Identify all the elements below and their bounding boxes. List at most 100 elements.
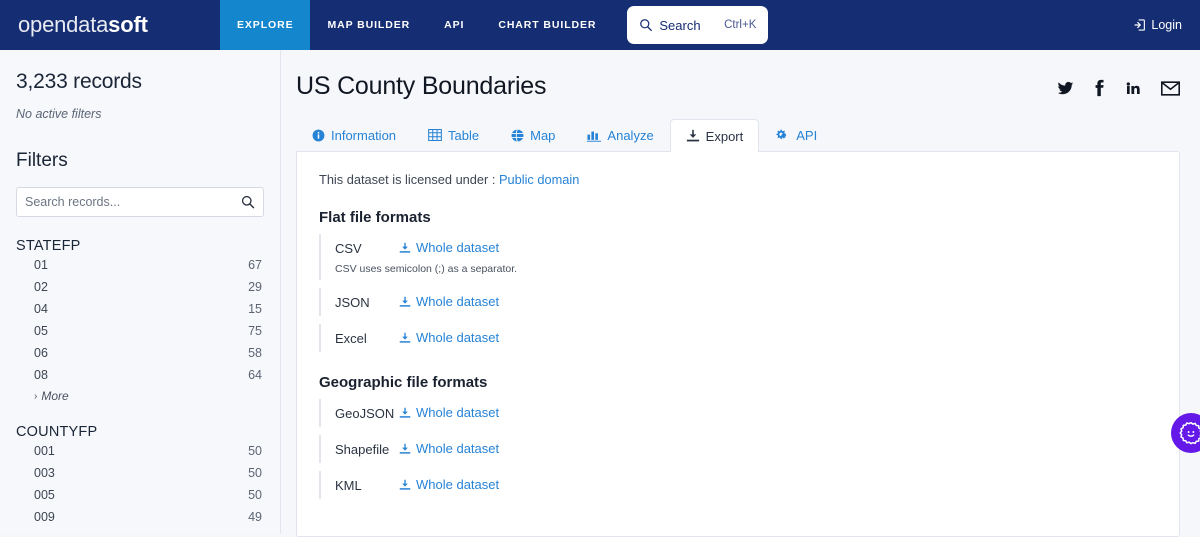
logo-text-bold: soft	[108, 12, 148, 37]
filters-sidebar: 3,233 records No active filters Filters …	[0, 50, 281, 534]
facet-list-countyfp: 001 50 003 50 005 50 009 49	[16, 440, 264, 528]
global-search-label: Search	[659, 17, 701, 33]
format-name: CSV	[335, 241, 362, 256]
download-whole-dataset-geojson[interactable]: Whole dataset	[399, 405, 499, 420]
opendatasoft-logo[interactable]: opendata soft	[0, 0, 220, 50]
tab-api[interactable]: API	[759, 118, 833, 151]
facet-item[interactable]: 05 75	[16, 320, 264, 342]
facet-count: 67	[248, 258, 262, 272]
nav-item-explore-label: EXPLORE	[237, 19, 294, 31]
facet-count: 15	[248, 302, 262, 316]
facet-item[interactable]: 009 49	[16, 506, 264, 528]
active-filters-status: No active filters	[16, 107, 102, 121]
globe-icon	[511, 128, 524, 142]
global-search-shortcut: Ctrl+K	[724, 19, 757, 31]
email-icon[interactable]	[1161, 80, 1180, 96]
facet-label: 02	[34, 280, 48, 294]
filters-heading: Filters	[16, 150, 68, 171]
facet-count: 29	[248, 280, 262, 294]
download-whole-dataset-kml[interactable]: Whole dataset	[399, 477, 499, 492]
global-search-button[interactable]: Search Ctrl+K	[627, 6, 769, 44]
facet-item[interactable]: 005 50	[16, 484, 264, 506]
nav-item-explore[interactable]: EXPLORE	[220, 0, 311, 50]
nav-item-map-builder[interactable]: MAP BUILDER	[310, 0, 427, 50]
facet-label: 08	[34, 368, 48, 382]
facet-label: 003	[34, 466, 55, 480]
linkedin-icon[interactable]	[1125, 80, 1141, 96]
download-whole-dataset-shapefile[interactable]: Whole dataset	[399, 441, 499, 456]
login-icon	[1134, 19, 1146, 31]
facet-item[interactable]: 08 64	[16, 364, 264, 386]
format-name: JSON	[335, 295, 370, 310]
facet-count: 50	[248, 488, 262, 502]
facet-item[interactable]: 04 15	[16, 298, 264, 320]
facet-item[interactable]: 01 67	[16, 254, 264, 276]
facet-label: 04	[34, 302, 48, 316]
login-button[interactable]: Login	[1134, 18, 1182, 32]
format-name: Shapefile	[335, 442, 390, 457]
license-line: This dataset is licensed under : Public …	[319, 172, 1157, 187]
tab-table-label: Table	[448, 127, 480, 143]
license-link[interactable]: Public domain	[499, 172, 579, 187]
download-label: Whole dataset	[416, 405, 500, 420]
tab-export-label: Export	[705, 128, 744, 144]
tab-map[interactable]: Map	[495, 118, 571, 151]
facet-count: 75	[248, 324, 262, 338]
facebook-icon[interactable]	[1094, 79, 1105, 97]
format-name: Excel	[335, 331, 367, 346]
nav-item-chart-builder-label: CHART BUILDER	[498, 19, 597, 31]
facet-more-label: More	[41, 389, 69, 403]
page-title: US County Boundaries	[296, 72, 547, 100]
tab-export[interactable]: Export	[669, 119, 760, 152]
nav-item-map-builder-label: MAP BUILDER	[327, 19, 411, 31]
format-note-csv: CSV uses semicolon (;) as a separator.	[335, 263, 518, 275]
download-icon	[399, 242, 411, 254]
facet-more-statefp[interactable]: › More	[16, 389, 264, 403]
tab-information[interactable]: Information	[296, 118, 412, 151]
table-icon	[428, 129, 442, 141]
login-label: Login	[1151, 18, 1182, 32]
download-whole-dataset-csv[interactable]: Whole dataset	[399, 240, 499, 255]
social-share-bar	[1057, 72, 1180, 97]
export-format-row-kml: KML Whole dataset	[319, 471, 1157, 499]
format-name: KML	[335, 478, 362, 493]
download-whole-dataset-json[interactable]: Whole dataset	[399, 294, 499, 309]
nav-item-chart-builder[interactable]: CHART BUILDER	[481, 0, 613, 50]
tab-information-label: Information	[331, 127, 397, 143]
gears-icon	[775, 129, 790, 142]
facet-label: 005	[34, 488, 55, 502]
logo-text-light: opendata	[18, 12, 109, 37]
facet-item[interactable]: 06 58	[16, 342, 264, 364]
export-format-row-excel: Excel Whole dataset	[319, 324, 1157, 352]
dataset-tabs: Information Table Map Analyze Export API	[296, 118, 1180, 152]
download-whole-dataset-excel[interactable]: Whole dataset	[399, 330, 499, 345]
export-panel: This dataset is licensed under : Public …	[296, 151, 1180, 537]
twitter-icon[interactable]	[1057, 80, 1074, 97]
export-format-row-json: JSON Whole dataset	[319, 288, 1157, 316]
search-records-input[interactable]	[25, 195, 241, 209]
download-label: Whole dataset	[416, 240, 500, 255]
download-label: Whole dataset	[416, 294, 500, 309]
export-format-row-geojson: GeoJSON Whole dataset	[319, 399, 1157, 427]
facet-item[interactable]: 02 29	[16, 276, 264, 298]
search-records-field[interactable]	[16, 187, 264, 217]
facet-count: 50	[248, 466, 262, 480]
search-icon	[639, 18, 653, 32]
download-label: Whole dataset	[416, 441, 500, 456]
download-icon	[399, 332, 411, 344]
search-icon[interactable]	[241, 195, 255, 209]
nav-item-api[interactable]: API	[427, 0, 481, 50]
tab-map-label: Map	[530, 127, 556, 143]
tab-table[interactable]: Table	[412, 118, 495, 151]
format-name: GeoJSON	[335, 406, 395, 421]
tab-analyze-label: Analyze	[607, 127, 654, 143]
facet-count: 50	[248, 444, 262, 458]
download-icon	[399, 407, 411, 419]
tab-analyze[interactable]: Analyze	[571, 118, 669, 151]
facet-item[interactable]: 001 50	[16, 440, 264, 462]
facet-item[interactable]: 003 50	[16, 462, 264, 484]
tab-api-label: API	[796, 127, 818, 143]
download-label: Whole dataset	[416, 330, 500, 345]
download-icon	[399, 443, 411, 455]
download-icon	[399, 296, 411, 308]
